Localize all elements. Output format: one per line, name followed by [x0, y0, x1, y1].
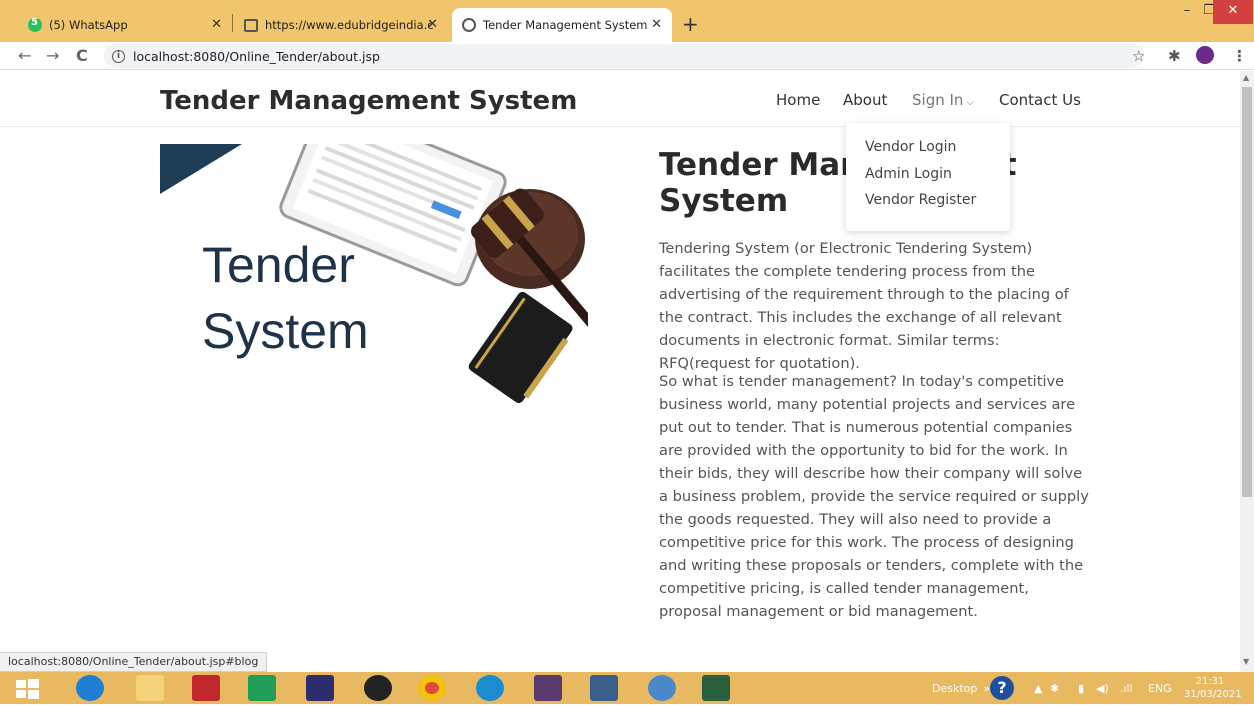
back-icon[interactable]: ←	[18, 46, 31, 65]
scroll-down-icon[interactable]: ▼	[1243, 657, 1249, 666]
tab-tender-management[interactable]: Tender Management System ✕	[452, 8, 672, 42]
tab-edubridge[interactable]: https://www.edubridgeindia.com ✕	[234, 8, 448, 42]
bookmark-star-icon[interactable]: ☆	[1132, 47, 1145, 65]
edubridge-icon	[244, 18, 258, 32]
tab-separator	[232, 14, 233, 32]
link-status-bar: localhost:8080/Online_Tender/about.jsp#b…	[0, 652, 268, 672]
close-window-button[interactable]: ✕	[1213, 0, 1253, 24]
vendor-login-link[interactable]: Vendor Login	[846, 139, 1010, 166]
close-tab-icon[interactable]: ✕	[211, 17, 222, 32]
taskbar-clock[interactable]: 21:31 31/03/2021	[1184, 675, 1242, 701]
desktop-label: Desktop	[932, 681, 978, 695]
store-icon[interactable]	[248, 675, 276, 701]
hero-word-system: System	[202, 303, 369, 359]
close-tab-icon[interactable]: ✕	[427, 17, 438, 32]
media-player-icon[interactable]	[364, 675, 392, 701]
bluetooth-icon[interactable]: ✱	[1050, 672, 1059, 704]
whatsapp-icon	[28, 17, 42, 32]
hero-word-tender: Tender	[202, 237, 355, 293]
terminal-icon[interactable]	[702, 675, 730, 701]
clock-date: 31/03/2021	[1184, 689, 1242, 700]
nav-home-link[interactable]: Home	[776, 91, 820, 109]
minimize-button[interactable]: –	[1176, 0, 1198, 24]
nav-signin-dropdown[interactable]: Sign In ⌵	[912, 91, 974, 109]
nav-signin-label: Sign In	[912, 91, 964, 109]
nav-contact-link[interactable]: Contact Us	[999, 91, 1081, 109]
tab-title: https://www.edubridgeindia.com	[265, 18, 433, 32]
acrobat-reader-icon[interactable]	[192, 675, 220, 701]
windows-taskbar: Desktop» ? ▲ ✱ ▮ ◀) .ıll ENG 21:31 31/03…	[0, 672, 1254, 704]
close-tab-icon[interactable]: ✕	[651, 17, 662, 32]
forward-icon[interactable]: →	[46, 46, 59, 65]
scroll-up-icon[interactable]: ▲	[1243, 73, 1249, 82]
volume-icon[interactable]: ◀)	[1096, 672, 1109, 704]
info-icon[interactable]: i	[112, 49, 125, 63]
chevron-down-icon: ⌵	[966, 97, 975, 108]
language-indicator[interactable]: ENG	[1148, 672, 1172, 704]
page-viewport: Tender Management System Home About Sign…	[0, 71, 1240, 672]
file-explorer-icon[interactable]	[136, 675, 164, 701]
reload-icon[interactable]: C	[76, 46, 88, 65]
chrome-icon[interactable]	[418, 675, 446, 701]
mysql-workbench-icon[interactable]	[590, 675, 618, 701]
address-bar[interactable]: i localhost:8080/Online_Tender/about.jsp	[104, 44, 1144, 68]
intro-paragraph: Tendering System (or Electronic Tenderin…	[659, 240, 1069, 372]
profile-avatar-icon[interactable]	[1196, 46, 1214, 64]
clock-time: 21:31	[1195, 676, 1225, 687]
globe-icon	[462, 18, 476, 32]
nav-about-link[interactable]: About	[843, 91, 887, 109]
browser-toolbar: ← → C i localhost:8080/Online_Tender/abo…	[0, 42, 1254, 70]
tab-whatsapp[interactable]: (5) WhatsApp ✕	[18, 8, 232, 42]
java-ee-ide-icon[interactable]	[534, 675, 562, 701]
browser-tab-strip: (5) WhatsApp ✕ https://www.edubridgeindi…	[0, 0, 1254, 42]
signin-dropdown-menu: Vendor Login Admin Login Vendor Register	[846, 123, 1010, 231]
tab-title: Tender Management System	[483, 18, 648, 32]
tender-system-image: Tender System	[160, 144, 588, 409]
menu-kebab-icon[interactable]: ⋮	[1232, 47, 1247, 65]
site-header: Tender Management System Home About Sign…	[0, 71, 1240, 127]
tender-management-paragraph: So what is tender management? In today's…	[659, 373, 1089, 620]
new-tab-button[interactable]: +	[682, 12, 699, 36]
vendor-register-link[interactable]: Vendor Register	[846, 192, 1010, 219]
network-signal-icon[interactable]: .ıll	[1120, 672, 1133, 704]
site-brand[interactable]: Tender Management System	[160, 86, 577, 116]
app-icon[interactable]	[648, 675, 676, 701]
page-scrollbar[interactable]: ▲ ▼	[1240, 71, 1254, 672]
help-icon[interactable]: ?	[990, 672, 1014, 704]
paint-app-icon[interactable]	[306, 675, 334, 701]
desktop-toolbar[interactable]: Desktop»	[932, 672, 990, 704]
windows-start-icon[interactable]	[12, 675, 42, 701]
extensions-icon[interactable]: ✱	[1168, 47, 1181, 65]
battery-icon[interactable]: ▮	[1078, 672, 1084, 704]
tray-overflow-icon[interactable]: ▲	[1034, 672, 1042, 704]
internet-explorer-icon[interactable]	[76, 675, 104, 701]
admin-login-link[interactable]: Admin Login	[846, 166, 1010, 193]
edge-icon[interactable]	[476, 675, 504, 701]
scrollbar-thumb[interactable]	[1242, 87, 1252, 497]
tab-title: (5) WhatsApp	[49, 18, 128, 32]
address-url: localhost:8080/Online_Tender/about.jsp	[133, 48, 380, 64]
